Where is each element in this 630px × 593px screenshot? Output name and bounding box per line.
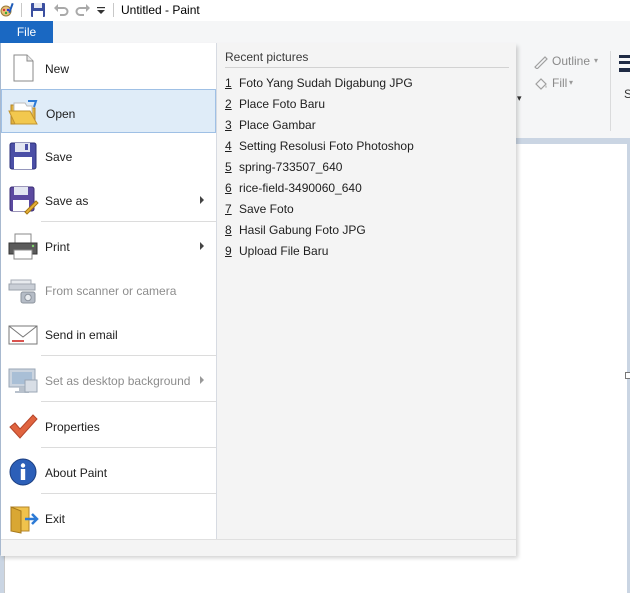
- desktop-background-icon: [8, 368, 38, 393]
- window-title: Untitled - Paint: [121, 3, 200, 17]
- menu-item-about[interactable]: About Paint: [1, 449, 216, 493]
- outline-icon[interactable]: [533, 53, 549, 69]
- recent-item[interactable]: 4 Setting Resolusi Foto Photoshop: [217, 135, 516, 156]
- recent-item-number: 6: [225, 181, 232, 195]
- recent-item-name: Save Foto: [239, 202, 294, 216]
- size-label-partial: S: [624, 87, 630, 101]
- recent-item-number: 8: [225, 223, 232, 237]
- recent-item-name: Setting Resolusi Foto Photoshop: [239, 139, 414, 153]
- scanner-camera-icon: [8, 279, 36, 304]
- recent-item-number: 1: [225, 76, 232, 90]
- recent-item[interactable]: 8 Hasil Gabung Foto JPG: [217, 219, 516, 240]
- recent-item[interactable]: 1 Foto Yang Sudah Digabung JPG: [217, 72, 516, 93]
- menu-divider: [41, 401, 216, 402]
- canvas-resize-handle[interactable]: [625, 372, 630, 379]
- recent-item-number: 7: [225, 202, 232, 216]
- menu-divider: [41, 221, 216, 222]
- ribbon-scroll-icon[interactable]: ▾: [517, 93, 522, 104]
- menu-item-label: Save: [45, 150, 73, 164]
- new-file-icon: [13, 54, 34, 82]
- recent-item-name: Place Gambar: [239, 118, 316, 132]
- menu-item-label: Print: [45, 240, 70, 254]
- recent-divider: [225, 67, 509, 68]
- menu-item-label: From scanner or camera: [45, 284, 177, 298]
- title-bar: Untitled - Paint: [0, 0, 630, 21]
- menu-item-label: Exit: [45, 512, 66, 526]
- redo-icon[interactable]: [75, 2, 91, 18]
- customize-dropdown-icon[interactable]: [96, 2, 106, 18]
- printer-icon: [8, 233, 38, 260]
- menu-item-new[interactable]: New: [1, 45, 216, 89]
- exit-icon: [10, 506, 39, 534]
- menu-divider: [41, 355, 216, 356]
- menu-item-print[interactable]: Print: [1, 223, 216, 267]
- recent-item-number: 4: [225, 139, 232, 153]
- menu-item-save[interactable]: Save: [1, 133, 216, 177]
- recent-item-number: 3: [225, 118, 232, 132]
- submenu-arrow-icon: [200, 242, 204, 250]
- menu-divider: [41, 447, 216, 448]
- recent-item-name: Upload File Baru: [239, 244, 329, 258]
- save-icon[interactable]: [30, 2, 46, 18]
- recent-pictures-panel: Recent pictures 1 Foto Yang Sudah Digabu…: [217, 43, 516, 539]
- menu-item-label: About Paint: [45, 466, 108, 480]
- recent-pictures-title: Recent pictures: [225, 50, 309, 64]
- file-tab[interactable]: File: [0, 21, 53, 43]
- size-icon[interactable]: [619, 55, 630, 58]
- recent-item[interactable]: 9 Upload File Baru: [217, 240, 516, 261]
- recent-item-name: rice-field-3490060_640: [239, 181, 362, 195]
- menu-item-exit[interactable]: Exit: [1, 495, 216, 539]
- checkmark-icon: [9, 414, 38, 439]
- menu-item-send-in-email[interactable]: Send in email: [1, 311, 216, 355]
- file-menu: New Open Save Save as Print From scanner…: [0, 43, 516, 556]
- menu-item-label: Set as desktop background: [45, 374, 191, 388]
- recent-item[interactable]: 5 spring-733507_640: [217, 156, 516, 177]
- menu-item-label: Properties: [45, 420, 100, 434]
- recent-item-number: 2: [225, 97, 232, 111]
- menu-item-label: Open: [46, 107, 76, 121]
- menu-item-from-scanner[interactable]: From scanner or camera: [1, 267, 216, 311]
- outline-label[interactable]: Outline: [552, 54, 590, 68]
- menu-item-properties[interactable]: Properties: [1, 403, 216, 447]
- recent-item-name: Hasil Gabung Foto JPG: [239, 223, 366, 237]
- menu-divider: [41, 493, 216, 494]
- fill-dropdown-icon[interactable]: ▾: [569, 78, 573, 87]
- recent-item[interactable]: 2 Place Foto Baru: [217, 93, 516, 114]
- recent-item[interactable]: 3 Place Gambar: [217, 114, 516, 135]
- fill-icon[interactable]: [533, 75, 549, 91]
- menu-item-label: Send in email: [45, 328, 118, 342]
- fill-label[interactable]: Fill: [552, 76, 567, 90]
- paint-app-icon[interactable]: [0, 2, 16, 18]
- menu-item-set-as-background[interactable]: Set as desktop background: [1, 357, 216, 401]
- recent-item-name: spring-733507_640: [239, 160, 343, 174]
- recent-item-name: Place Foto Baru: [239, 97, 326, 111]
- folder-open-icon: [8, 100, 38, 125]
- save-as-icon: [9, 186, 39, 215]
- submenu-arrow-icon: [200, 196, 204, 204]
- email-icon: [8, 325, 38, 345]
- recent-item-name: Foto Yang Sudah Digabung JPG: [239, 76, 413, 90]
- file-menu-footer: [1, 539, 516, 556]
- menu-item-label: New: [45, 62, 70, 76]
- info-icon: [9, 458, 37, 486]
- file-menu-commands: New Open Save Save as Print From scanner…: [1, 43, 217, 539]
- recent-item-number: 9: [225, 244, 232, 258]
- submenu-arrow-icon: [200, 376, 204, 384]
- undo-icon[interactable]: [53, 2, 69, 18]
- outline-dropdown-icon[interactable]: ▾: [594, 56, 598, 65]
- menu-item-save-as[interactable]: Save as: [1, 177, 216, 221]
- menu-item-open[interactable]: Open: [1, 89, 216, 133]
- recent-item-number: 5: [225, 160, 232, 174]
- recent-item[interactable]: 7 Save Foto: [217, 198, 516, 219]
- recent-item[interactable]: 6 rice-field-3490060_640: [217, 177, 516, 198]
- menu-item-label: Save as: [45, 194, 89, 208]
- floppy-disk-icon: [9, 142, 37, 170]
